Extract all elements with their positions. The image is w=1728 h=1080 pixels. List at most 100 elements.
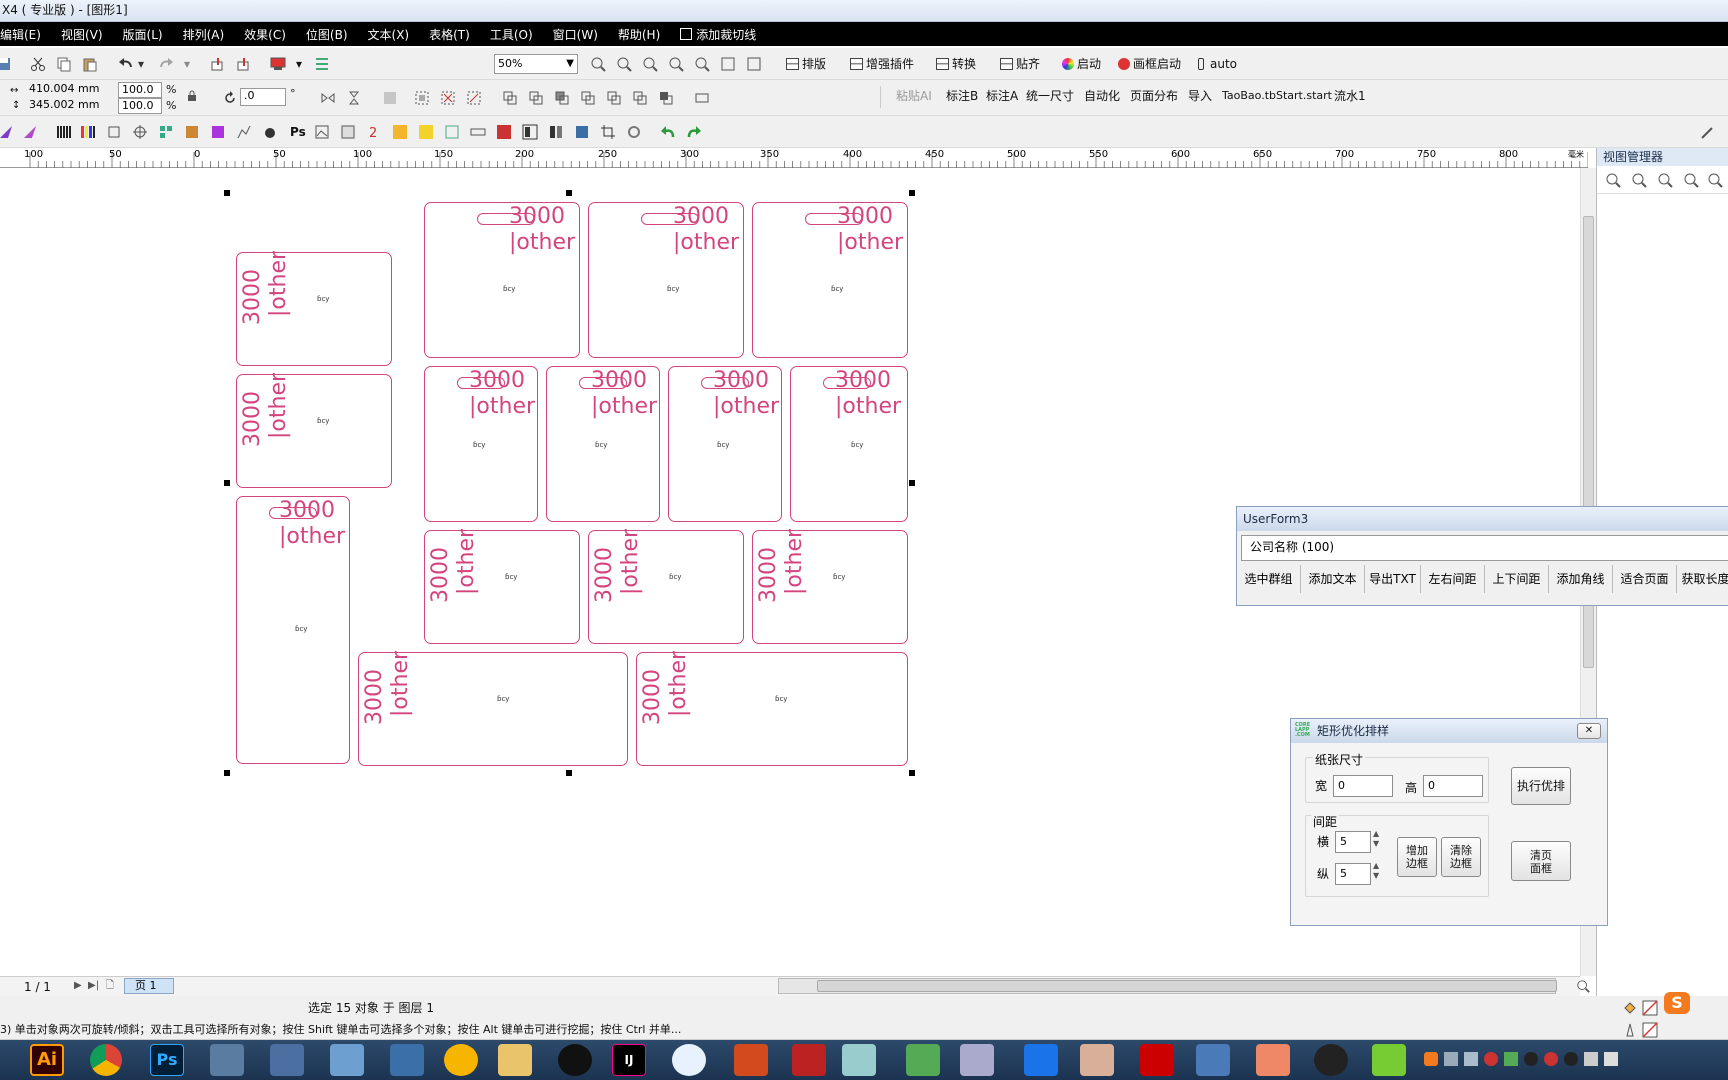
undo-dropdown-icon[interactable]: ▾	[138, 56, 144, 72]
ungroup-all-icon[interactable]	[466, 90, 482, 106]
calculator-taskbar-icon[interactable]	[960, 1044, 994, 1076]
rotation-field[interactable]: .0	[240, 88, 286, 106]
application-launcher-icon[interactable]	[270, 56, 286, 72]
view-zoom-selected-icon[interactable]	[1683, 172, 1699, 188]
mirror-vertical-icon[interactable]	[346, 90, 362, 106]
coreldraw-taskbar-icon[interactable]	[734, 1044, 768, 1076]
tray-icon-7[interactable]	[1544, 1052, 1558, 1066]
settings-icon[interactable]	[626, 124, 642, 140]
spacing-v-spinner-icon[interactable]: ▲ ▼	[1373, 861, 1379, 881]
text-wen-icon[interactable]	[392, 124, 408, 140]
card-upright-7[interactable]: 3000 |other ɓcy	[790, 366, 908, 522]
pen-settings-icon[interactable]	[1700, 124, 1716, 140]
spacing-v-input[interactable]: 5	[1335, 863, 1371, 885]
graph-icon[interactable]	[236, 124, 252, 140]
font-icon[interactable]	[418, 124, 434, 140]
menu-help[interactable]: 帮助(H)	[608, 26, 670, 43]
macro-label-b[interactable]: 标注B	[946, 88, 978, 104]
menu-edit[interactable]: 编辑(E)	[0, 26, 51, 43]
plugin-enhance-button[interactable]: 增强插件	[850, 56, 914, 72]
app-taskbar-icon-18[interactable]	[1024, 1044, 1058, 1076]
trace-icon[interactable]	[340, 124, 356, 140]
target-icon[interactable]	[132, 124, 148, 140]
export-icon[interactable]	[236, 56, 252, 72]
cut-icon[interactable]	[30, 56, 46, 72]
green-undo-icon[interactable]	[660, 124, 676, 140]
options-icon[interactable]	[314, 56, 330, 72]
add-page-icon[interactable]: 🗋	[106, 978, 114, 994]
zoom-selected-icon[interactable]	[642, 56, 658, 72]
plugin-auto-button[interactable]: auto	[1198, 56, 1237, 72]
uf-fit-page-button[interactable]: 适合页面	[1613, 565, 1677, 593]
card-upright-1[interactable]: 3000 |other ɓcy	[424, 202, 580, 358]
barcode-icon[interactable]	[56, 124, 72, 140]
clear-page-frame-button[interactable]: 清页 面框	[1511, 841, 1571, 881]
tray-network-icon[interactable]	[1584, 1052, 1598, 1066]
bounding-box-icon[interactable]	[106, 124, 122, 140]
qq-taskbar-icon[interactable]	[558, 1044, 592, 1076]
spacing-h-spinner-icon[interactable]: ▲ ▼	[1373, 829, 1379, 849]
menu-view[interactable]: 视图(V)	[51, 26, 113, 43]
macro-taobao-start[interactable]: TaoBao.tbStart.start	[1222, 88, 1332, 104]
card-upright-6[interactable]: 3000 |other ɓcy	[668, 366, 782, 522]
last-page-icon[interactable]: ▶|	[88, 978, 99, 994]
network-taskbar-icon[interactable]	[270, 1044, 304, 1076]
uf-tb-spacing-button[interactable]: 上下间距	[1485, 565, 1549, 593]
menu-tools[interactable]: 工具(O)	[480, 26, 543, 43]
clear-border-button[interactable]: 清除 边框	[1441, 837, 1481, 877]
front-minus-back-icon[interactable]	[632, 90, 648, 106]
selection-handle-bl[interactable]	[224, 770, 230, 776]
app-taskbar-icon-15[interactable]	[842, 1044, 876, 1076]
baidu-netdisk-taskbar-icon[interactable]	[672, 1044, 706, 1076]
remote-desktop-taskbar-icon[interactable]	[1196, 1044, 1230, 1076]
uf-select-group-button[interactable]: 选中群组	[1237, 565, 1301, 593]
image-tool-icon[interactable]	[184, 124, 200, 140]
mirror-horizontal-icon[interactable]	[320, 90, 336, 106]
selection-handle-tl[interactable]	[224, 190, 230, 196]
crop-icon[interactable]	[600, 124, 616, 140]
illustrator-taskbar-icon[interactable]: Ai	[30, 1044, 64, 1076]
tray-qq-icon[interactable]	[1524, 1052, 1538, 1066]
view-zoom-all-icon[interactable]	[1707, 172, 1723, 188]
combine-icon[interactable]	[502, 90, 518, 106]
card-upright-5[interactable]: 3000 |other ɓcy	[546, 366, 660, 522]
fill-bucket-icon[interactable]	[1622, 1000, 1638, 1016]
import-icon[interactable]	[210, 56, 226, 72]
bird-taskbar-icon[interactable]	[330, 1044, 364, 1076]
zoom-page-icon[interactable]	[694, 56, 710, 72]
zoom-width-icon[interactable]	[720, 56, 736, 72]
macro-page-distribution[interactable]: 页面分布	[1130, 88, 1178, 104]
add-border-button[interactable]: 增加 边框	[1397, 837, 1437, 877]
tray-volume-icon[interactable]	[1604, 1052, 1618, 1066]
zoom-height-icon[interactable]	[746, 56, 762, 72]
spacing-h-input[interactable]: 5	[1335, 831, 1371, 853]
zoom-out-icon[interactable]	[616, 56, 632, 72]
macro-label-a[interactable]: 标注A	[986, 88, 1018, 104]
intellij-taskbar-icon[interactable]: IJ	[612, 1044, 646, 1076]
next-page-icon[interactable]: ▶	[74, 978, 82, 994]
java-taskbar-icon[interactable]	[1256, 1044, 1290, 1076]
selection-handle-tc[interactable]	[566, 190, 572, 196]
selection-handle-mr[interactable]	[909, 480, 915, 486]
tray-record-icon[interactable]	[1484, 1052, 1498, 1066]
redo-icon[interactable]	[158, 56, 174, 72]
view-zoom-in-icon[interactable]	[1631, 172, 1647, 188]
paper-height-input[interactable]: 0	[1423, 775, 1483, 797]
photoshop-taskbar-icon[interactable]: Ps	[150, 1044, 184, 1076]
app-taskbar-icon-4[interactable]	[210, 1044, 244, 1076]
menu-table[interactable]: 表格(T)	[419, 26, 480, 43]
tray-icon-3[interactable]	[1464, 1052, 1478, 1066]
card-rotated-wide-1[interactable]: 3000 |other ɓcy	[358, 651, 628, 766]
wrap-text-icon[interactable]	[382, 90, 398, 106]
pdf-taskbar-icon[interactable]	[1140, 1044, 1174, 1076]
qr-code-icon[interactable]	[158, 124, 174, 140]
card-upright-tall[interactable]: 3000 |other ɓcy	[236, 496, 350, 764]
ungroup-icon[interactable]	[440, 90, 456, 106]
ruler-icon[interactable]	[470, 124, 486, 140]
tray-sogou-icon[interactable]	[1424, 1052, 1438, 1066]
object-width-field[interactable]: 410.004 mm	[26, 82, 104, 98]
explorer-taskbar-icon[interactable]	[498, 1044, 532, 1076]
selection-handle-bc[interactable]	[566, 770, 572, 776]
back-minus-front-icon[interactable]	[658, 90, 674, 106]
create-boundary-icon[interactable]	[694, 90, 710, 106]
